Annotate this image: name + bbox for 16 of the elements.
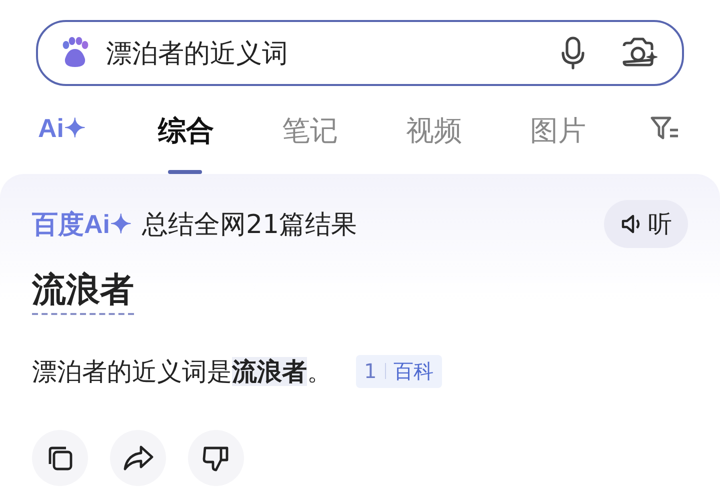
brand-logo: 百度Ai✦ xyxy=(32,208,132,240)
summary-text: 总结全网21篇结果 xyxy=(142,208,358,242)
microphone-icon[interactable] xyxy=(560,36,586,70)
tab[interactable]: 笔记 xyxy=(274,90,398,174)
paw-logo-icon xyxy=(60,37,90,69)
filter-icon[interactable] xyxy=(650,115,680,141)
search-query: 漂泊者的近义词 xyxy=(106,38,289,70)
tab[interactable]: 综合 xyxy=(150,90,274,174)
answer-sentence: 漂泊者的近义词是流浪者。 xyxy=(32,356,332,388)
citation-tag[interactable]: 1 百科 xyxy=(356,354,442,388)
tab[interactable]: 图片 xyxy=(522,90,646,174)
listen-button[interactable]: 听 xyxy=(604,200,688,248)
tab[interactable]: 视频 xyxy=(398,90,522,174)
ai-tab[interactable]: Ai✦ xyxy=(38,112,150,144)
answer-headline[interactable]: 流浪者 xyxy=(32,270,134,315)
search-field[interactable]: 漂泊者的近义词 xyxy=(36,20,684,86)
